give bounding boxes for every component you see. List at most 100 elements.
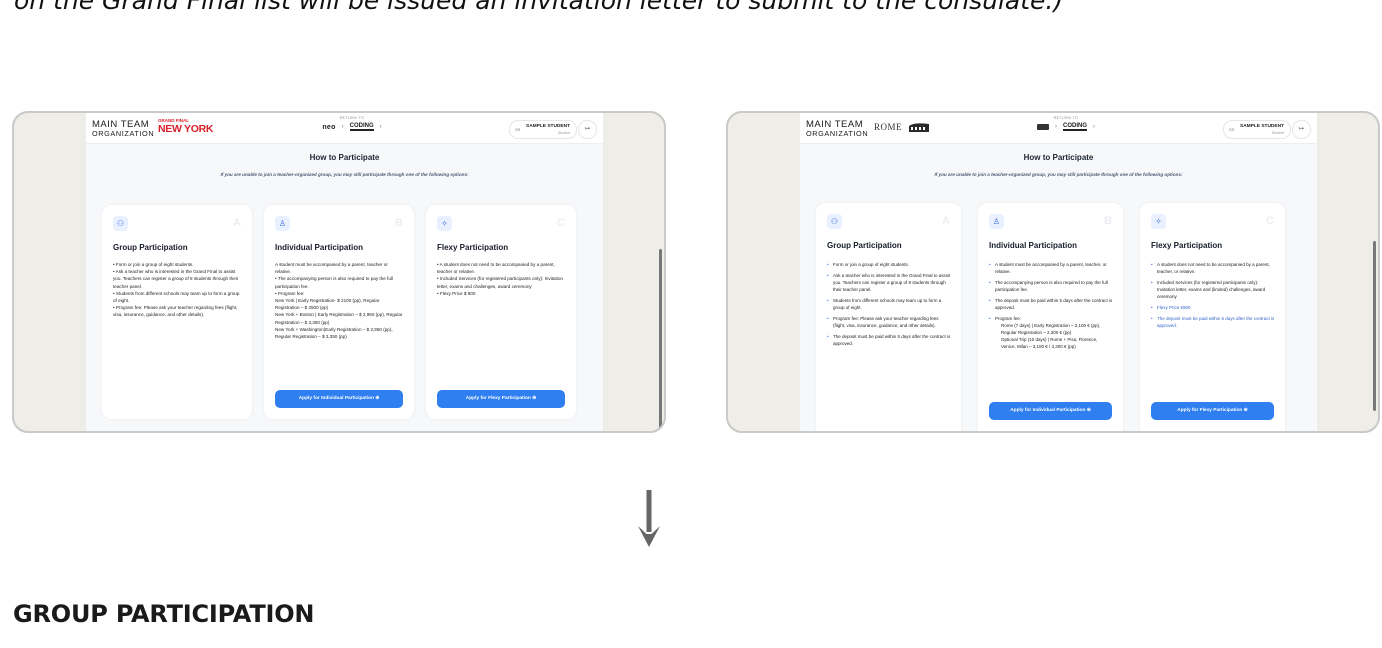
users-icon: ⚇: [827, 214, 842, 229]
colosseum-icon: [909, 123, 929, 132]
card-line: • Program fee: Please ask your teacher r…: [113, 305, 238, 318]
grand-final-logo: GRAND FINAL NEW YORK: [158, 118, 214, 135]
price-item: Flexy Price €900: [1151, 304, 1275, 311]
card-line: • Ask a teacher who is interested in the…: [113, 269, 239, 289]
card-line: New York + Boston | Early Registration –…: [275, 312, 403, 325]
logout-icon[interactable]: ↦: [1292, 120, 1311, 139]
card-flexy-participation: ✧ C Flexy Participation A student does n…: [1140, 203, 1285, 431]
list-item: Included Services (for registered partic…: [1151, 279, 1275, 300]
partner-logo-icon[interactable]: [1037, 124, 1049, 130]
card-title: Individual Participation: [275, 243, 364, 252]
apply-individual-button[interactable]: Apply for Individual Participation ⊕: [275, 390, 403, 408]
neo-link[interactable]: neo: [322, 124, 335, 131]
card-letter: C: [557, 217, 565, 229]
card-line: New York + Washington(Early Registration…: [275, 326, 393, 340]
card-line: • Included Services (for registered part…: [437, 276, 563, 289]
scrollbar[interactable]: [659, 249, 662, 431]
user-icon: ♙: [989, 214, 1004, 229]
avatar: SS: [1229, 127, 1235, 132]
card-letter: A: [233, 217, 241, 229]
list-item: A student does not need to be accompanie…: [1151, 261, 1275, 275]
header: MAIN TEAM ORGANIZATION ROME RETURN TO › …: [800, 113, 1317, 144]
list-item: Ask a teacher who is interested in the G…: [827, 272, 951, 293]
avatar: SS: [515, 127, 521, 132]
card-list: A student does not need to be accompanie…: [1151, 261, 1275, 333]
coding-link[interactable]: CODING: [349, 123, 374, 131]
button-label: Apply for Flexy Participation: [465, 396, 531, 401]
list-item: Program fee: Please ask your teacher reg…: [827, 315, 951, 329]
users-icon: ⚇: [113, 216, 128, 231]
logout-icon[interactable]: ↦: [578, 120, 597, 139]
user-menu[interactable]: SS SAMPLE STUDENT Student: [1223, 120, 1291, 139]
card-line: • Program fee:: [275, 290, 305, 296]
scrollbar[interactable]: [1373, 241, 1376, 411]
list-item: Program fee: Rome (7 days) | Early Regis…: [989, 315, 1113, 350]
arrow-circle-right-icon: ⊕: [375, 396, 380, 401]
card-title: Group Participation: [113, 243, 188, 252]
card-line: • A student does not need to be accompan…: [437, 262, 555, 275]
page-title: How to Participate: [309, 153, 380, 162]
arrow-circle-right-icon: ⊕: [1243, 408, 1248, 413]
return-to-nav: RETURN TO › CODING ›: [1026, 116, 1106, 131]
apply-flexy-button[interactable]: Apply for Flexy Participation ⊕: [437, 390, 565, 408]
button-label: Apply for Flexy Participation: [1177, 408, 1243, 413]
logo-line2: ORGANIZATION: [806, 128, 869, 138]
card-individual-participation: ♙ B Individual Participation A student m…: [978, 203, 1123, 431]
list-item: A student must be accompanied by a paren…: [989, 261, 1113, 275]
card-line: • The accompanying person is also requir…: [275, 276, 393, 289]
card-line: • Flexy Price $ 800: [437, 290, 476, 296]
logo-line2: ORGANIZATION: [92, 128, 155, 138]
return-to-label: RETURN TO: [339, 116, 365, 120]
sparkles-icon: ✧: [1151, 214, 1166, 229]
user-role: Student: [1271, 131, 1284, 135]
card-group-participation: ⚇ A Group Participation • Form or join a…: [102, 205, 252, 419]
arrow-right-icon: ›: [1093, 124, 1095, 130]
list-item: The deposit must be paid within 5 days a…: [989, 297, 1113, 311]
list-item: The accompanying person is also required…: [989, 279, 1113, 293]
card-list: Form or join a group of eight students. …: [827, 261, 951, 351]
list-item: Students from different schools may team…: [827, 297, 951, 311]
user-name: SAMPLE STUDENT: [526, 124, 570, 129]
arrow-circle-right-icon: ⊕: [532, 396, 537, 401]
main-team-logo[interactable]: MAIN TEAM ORGANIZATION: [806, 120, 869, 138]
top-caption: on the Grand Final list will be issued a…: [14, 0, 1064, 15]
header: MAIN TEAM ORGANIZATION GRAND FINAL NEW Y…: [86, 113, 603, 144]
screenshot-new-york: MAIN TEAM ORGANIZATION GRAND FINAL NEW Y…: [12, 111, 666, 433]
list-item: Form or join a group of eight students.: [827, 261, 951, 268]
section-title: GROUP PARTICIPATION: [13, 600, 315, 628]
card-body: • Form or join a group of eight students…: [113, 261, 241, 319]
return-to-nav: RETURN TO neo › CODING ›: [312, 116, 392, 131]
main-team-logo[interactable]: MAIN TEAM ORGANIZATION: [92, 120, 155, 138]
page-title: How to Participate: [1023, 153, 1094, 162]
card-letter: B: [395, 217, 403, 229]
rome-logo: ROME: [874, 122, 903, 132]
card-line: New York | Early Registration- $ 2100 (p…: [275, 298, 380, 311]
card-line: A student must be accompanied by a paren…: [275, 262, 388, 275]
card-individual-participation: ♙ B Individual Participation A student m…: [264, 205, 414, 419]
fee-label: Program fee:: [995, 316, 1022, 321]
user-icon: ♙: [275, 216, 290, 231]
card-letter: C: [1266, 215, 1274, 227]
list-item: The deposit must be paid within 5 days a…: [1151, 315, 1275, 329]
apply-flexy-button[interactable]: Apply for Flexy Participation ⊕: [1151, 402, 1274, 420]
page-subtitle: If you are unable to join a teacher-orga…: [934, 172, 1183, 177]
user-menu[interactable]: SS SAMPLE STUDENT Student: [509, 120, 577, 139]
user-role: Student: [557, 131, 570, 135]
app-page: MAIN TEAM ORGANIZATION GRAND FINAL NEW Y…: [86, 113, 603, 431]
card-body: • A student does not need to be accompan…: [437, 261, 565, 297]
coding-link[interactable]: CODING: [1063, 123, 1087, 131]
arrow-right-icon: ›: [1055, 124, 1057, 130]
button-label: Apply for Individual Participation: [1010, 408, 1086, 413]
card-line: • Form or join a group of eight students…: [113, 262, 194, 267]
return-to-label: RETURN TO: [1053, 116, 1079, 120]
button-label: Apply for Individual Participation: [298, 396, 374, 401]
grand-final-city: NEW YORK: [158, 122, 214, 135]
card-title: Group Participation: [827, 241, 902, 250]
fee-line: Rome (7 days) | Early Registration – 2,1…: [1001, 323, 1101, 335]
user-name: SAMPLE STUDENT: [1240, 124, 1284, 129]
apply-individual-button[interactable]: Apply for Individual Participation ⊕: [989, 402, 1112, 420]
fee-line: Optional Trip (10 days) | Rome + Pisa, F…: [1001, 337, 1098, 349]
card-group-participation: ⚇ A Group Participation Form or join a g…: [816, 203, 961, 431]
arrow-right-icon: ›: [379, 124, 382, 130]
card-letter: B: [1104, 215, 1112, 227]
